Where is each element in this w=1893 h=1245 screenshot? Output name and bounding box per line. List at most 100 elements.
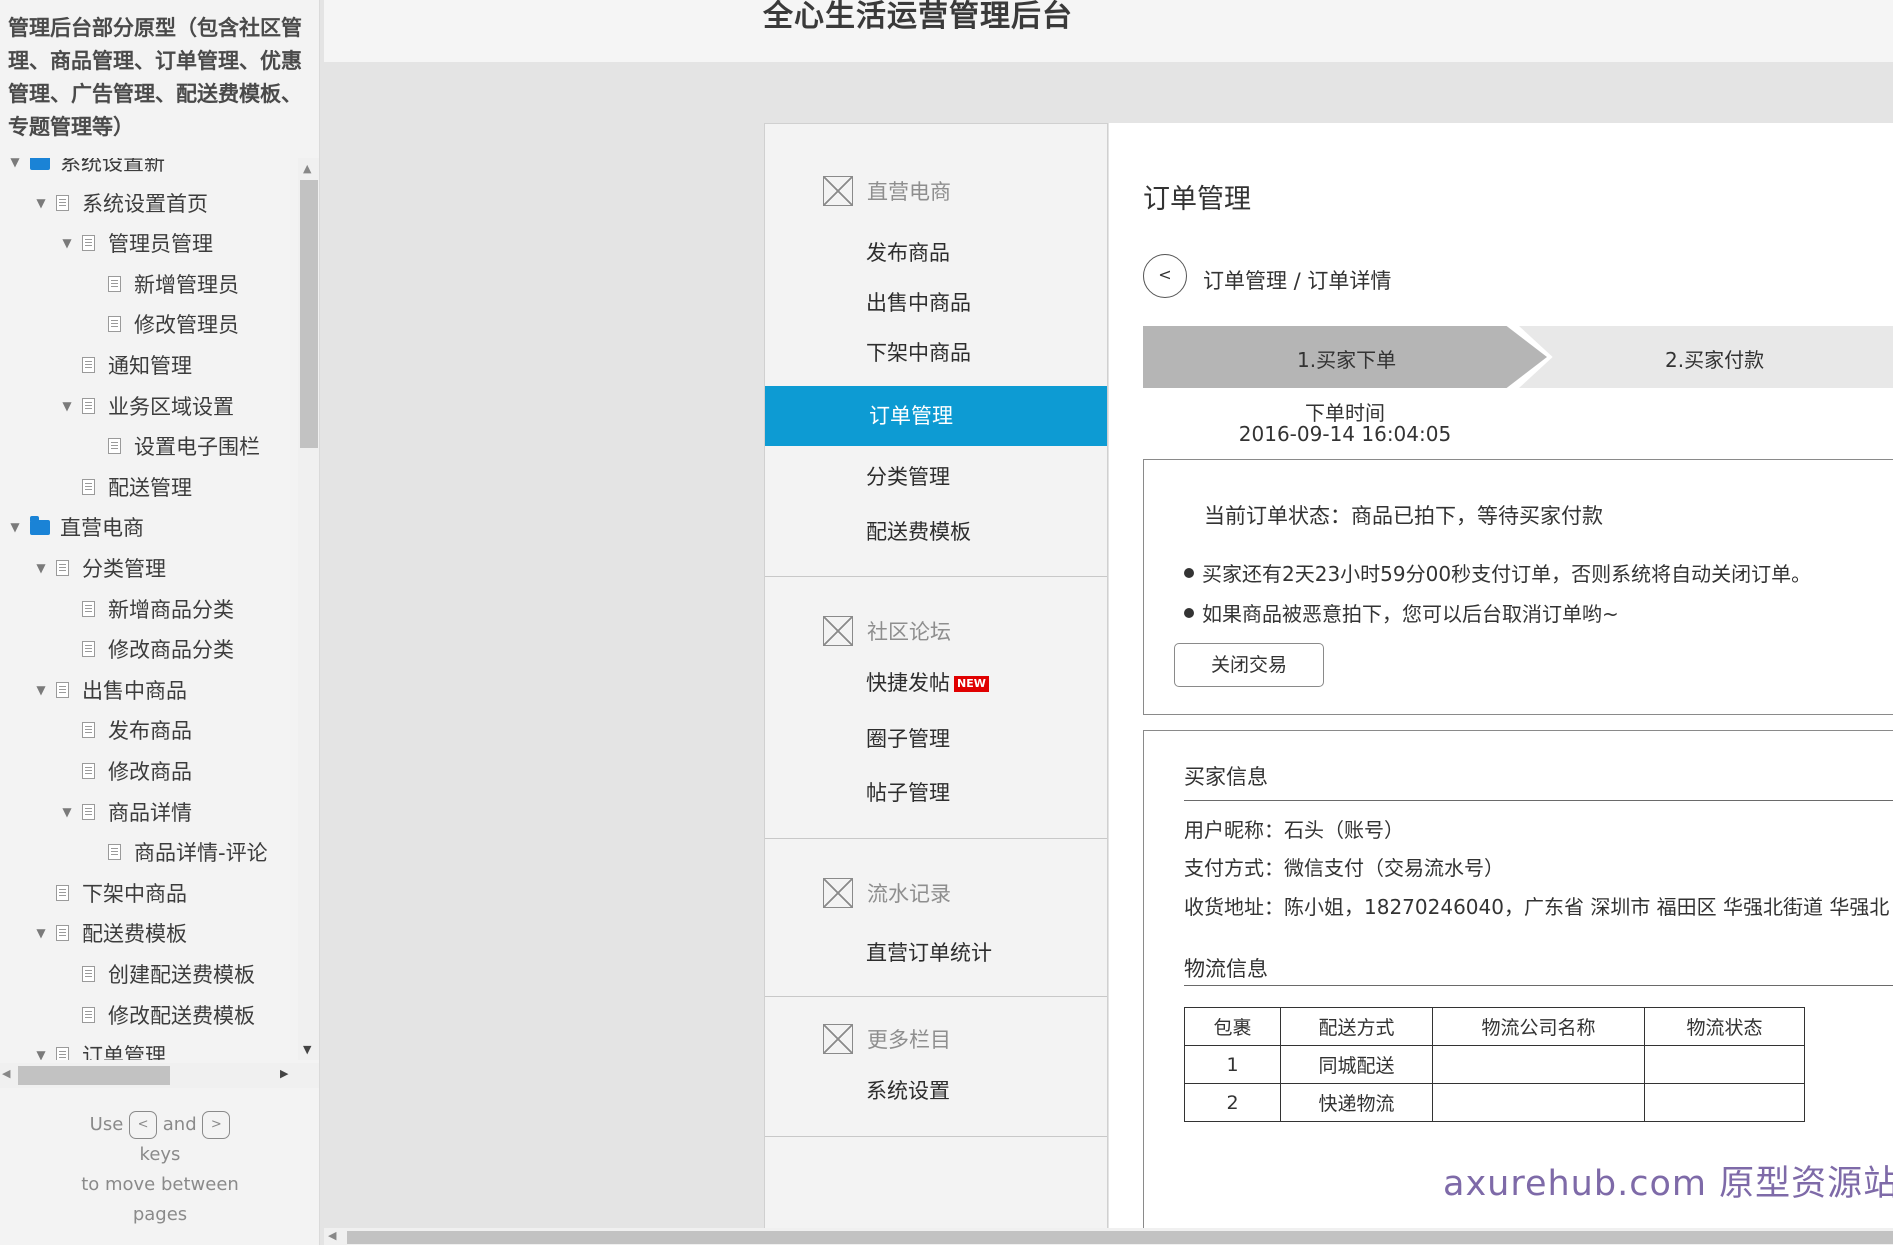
nav-item-quick-post[interactable]: 快捷发帖 NEW — [866, 668, 989, 698]
nav-section-title: 流水记录 — [867, 882, 951, 906]
sitemap-item-label: 系统设置新 — [60, 158, 165, 175]
sitemap-item[interactable]: ▼ 系统设置首页 — [0, 183, 298, 223]
expand-caret-icon[interactable]: ▼ — [8, 158, 22, 169]
scrollbar-thumb[interactable] — [18, 1066, 170, 1085]
page-icon — [82, 600, 95, 617]
nav-item-off-shelf[interactable]: 下架中商品 — [866, 338, 971, 368]
sitemap-item[interactable]: ▼修改管理员 — [0, 304, 298, 344]
back-button[interactable]: < — [1143, 254, 1187, 298]
scroll-right-arrow-icon[interactable]: ▶ — [280, 1067, 288, 1080]
sitemap-item-label: 业务区域设置 — [108, 394, 234, 419]
nav-item-categories[interactable]: 分类管理 — [866, 462, 950, 492]
sitemap-item[interactable]: ▼通知管理 — [0, 345, 298, 385]
step-label: 2.买家付款 — [1665, 348, 1765, 372]
table-cell — [1432, 1045, 1645, 1084]
tree-horizontal-scrollbar[interactable]: ◀ ▶ — [0, 1063, 319, 1088]
column-header: 包裹 — [1184, 1007, 1281, 1046]
page-icon — [56, 681, 69, 698]
expand-caret-icon[interactable]: ▼ — [34, 561, 48, 575]
page-icon — [82, 1006, 95, 1023]
expand-caret-icon[interactable]: ▼ — [60, 399, 74, 413]
sitemap-item-label: 修改商品 — [108, 760, 192, 784]
sitemap-item[interactable]: ▼新增商品分类 — [0, 589, 298, 629]
buyer-nickname: 用户昵称：石头（账号） — [1184, 818, 1404, 842]
sitemap-item[interactable]: ▼发布商品 — [0, 710, 298, 750]
sitemap-item[interactable]: ▼商品详情-评论 — [0, 832, 298, 872]
expand-caret-icon[interactable]: ▼ — [34, 683, 48, 697]
scrollbar-thumb[interactable] — [300, 180, 318, 448]
sitemap-item[interactable]: ▼新增管理员 — [0, 264, 298, 304]
nav-item-circles[interactable]: 圈子管理 — [866, 724, 950, 754]
expand-caret-icon[interactable]: ▼ — [34, 1048, 48, 1060]
sitemap-item-label: 配送费模板 — [82, 922, 187, 947]
nav-item-active[interactable]: 订单管理 — [765, 386, 1107, 446]
order-status-box: 当前订单状态：商品已拍下，等待买家付款 买家还有2天23小时59分00秒支付订单… — [1143, 459, 1893, 715]
page-icon — [82, 803, 95, 820]
sitemap-item[interactable]: ▼ 出售中商品 — [0, 670, 298, 710]
expand-caret-icon[interactable]: ▼ — [34, 926, 48, 940]
sitemap-item-label: 直营电商 — [60, 516, 144, 541]
page-icon — [82, 763, 95, 779]
image-placeholder-icon — [823, 176, 853, 206]
page-horizontal-scrollbar[interactable]: ◀ — [324, 1228, 1893, 1245]
order-detail-content: 订单管理 < 订单管理 / 订单详情 1.买家下单 2.买家付款 下单时间 20… — [1109, 123, 1893, 1245]
scroll-down-arrow-icon[interactable]: ▼ — [303, 1043, 311, 1056]
sitemap-item-label: 订单管理 — [82, 1044, 166, 1060]
sitemap-item-label: 通知管理 — [108, 354, 192, 378]
scroll-left-arrow-icon[interactable]: ◀ — [2, 1067, 10, 1080]
scroll-up-arrow-icon[interactable]: ▲ — [303, 162, 311, 175]
table-cell: 2 — [1184, 1083, 1281, 1122]
sitemap-item[interactable]: ▼配送管理 — [0, 467, 298, 507]
page-icon — [108, 844, 121, 861]
expand-caret-icon[interactable]: ▼ — [8, 520, 22, 534]
table-cell — [1644, 1045, 1805, 1084]
expand-caret-icon[interactable]: ▼ — [60, 805, 74, 819]
table-cell — [1644, 1083, 1805, 1122]
column-header: 物流状态 — [1644, 1007, 1805, 1046]
order-time-value: 2016-09-14 16:04:05 — [1238, 422, 1452, 446]
sitemap-item[interactable]: ▼修改配送费模板 — [0, 995, 298, 1035]
sitemap-item-label: 发布商品 — [108, 719, 192, 744]
sitemap-item[interactable]: ▼ 分类管理 — [0, 548, 298, 588]
sitemap-item[interactable]: ▼设置电子围栏 — [0, 426, 298, 466]
sitemap-item[interactable]: ▼修改商品 — [0, 751, 298, 791]
expand-caret-icon[interactable]: ▼ — [60, 236, 74, 250]
nav-divider — [765, 996, 1107, 997]
nav-item-system-settings[interactable]: 系统设置 — [866, 1076, 950, 1106]
nav-item-label: 订单管理 — [869, 404, 953, 428]
sitemap-item[interactable]: ▼ 订单管理 — [0, 1035, 298, 1060]
nav-divider — [765, 838, 1107, 839]
cancel-order-note: 如果商品被恶意拍下，您可以后台取消订单哟~ — [1184, 598, 1619, 627]
sitemap-item[interactable]: ▼修改商品分类 — [0, 629, 298, 669]
expand-caret-icon[interactable]: ▼ — [34, 196, 48, 210]
logistics-table: 包裹 配送方式 物流公司名称 物流状态 1 同城配送 2 快递物流 — [1184, 1007, 1805, 1122]
table-cell — [1432, 1083, 1645, 1122]
sitemap-item[interactable]: ▼ 配送费模板 — [0, 913, 298, 953]
sitemap-item[interactable]: ▼ 业务区域设置 — [0, 386, 298, 426]
sitemap-item[interactable]: ▼ 管理员管理 — [0, 223, 298, 263]
sitemap-item[interactable]: ▼创建配送费模板 — [0, 954, 298, 994]
sitemap-item-label: 创建配送费模板 — [108, 963, 255, 987]
scroll-left-arrow-icon[interactable]: ◀ — [328, 1229, 336, 1242]
close-trade-button[interactable]: 关闭交易 — [1174, 643, 1324, 687]
help-to-move: to move between — [81, 1174, 239, 1195]
table-row: 1 同城配送 — [1184, 1045, 1805, 1084]
shipping-address: 收货地址：陈小姐，18270246040，广东省 深圳市 福田区 华强北街道 华… — [1184, 895, 1890, 919]
nav-item-posts[interactable]: 帖子管理 — [866, 778, 950, 808]
tree-vertical-scrollbar[interactable]: ▲ ▼ — [298, 158, 319, 1060]
nav-item-order-stats[interactable]: 直营订单统计 — [866, 938, 992, 968]
sitemap-item-label: 分类管理 — [82, 557, 166, 581]
new-badge: NEW — [954, 676, 989, 692]
nav-item-on-sale[interactable]: 出售中商品 — [866, 288, 971, 318]
sitemap-item[interactable]: ▼ 商品详情 — [0, 792, 298, 832]
scrollbar-thumb[interactable] — [347, 1231, 1893, 1244]
nav-item-publish[interactable]: 发布商品 — [866, 238, 950, 268]
sitemap-item[interactable]: ▼下架中商品 — [0, 873, 298, 913]
sitemap-item[interactable]: ▼ 直营电商 — [0, 507, 298, 547]
image-placeholder-icon — [823, 878, 853, 908]
sitemap-item[interactable]: ▼ 系统设置新 — [0, 158, 298, 182]
page-icon — [56, 925, 69, 942]
payment-method: 支付方式：微信支付（交易流水号） — [1184, 856, 1504, 880]
help-use: Use — [89, 1114, 124, 1135]
nav-item-shipping-template[interactable]: 配送费模板 — [866, 517, 971, 547]
